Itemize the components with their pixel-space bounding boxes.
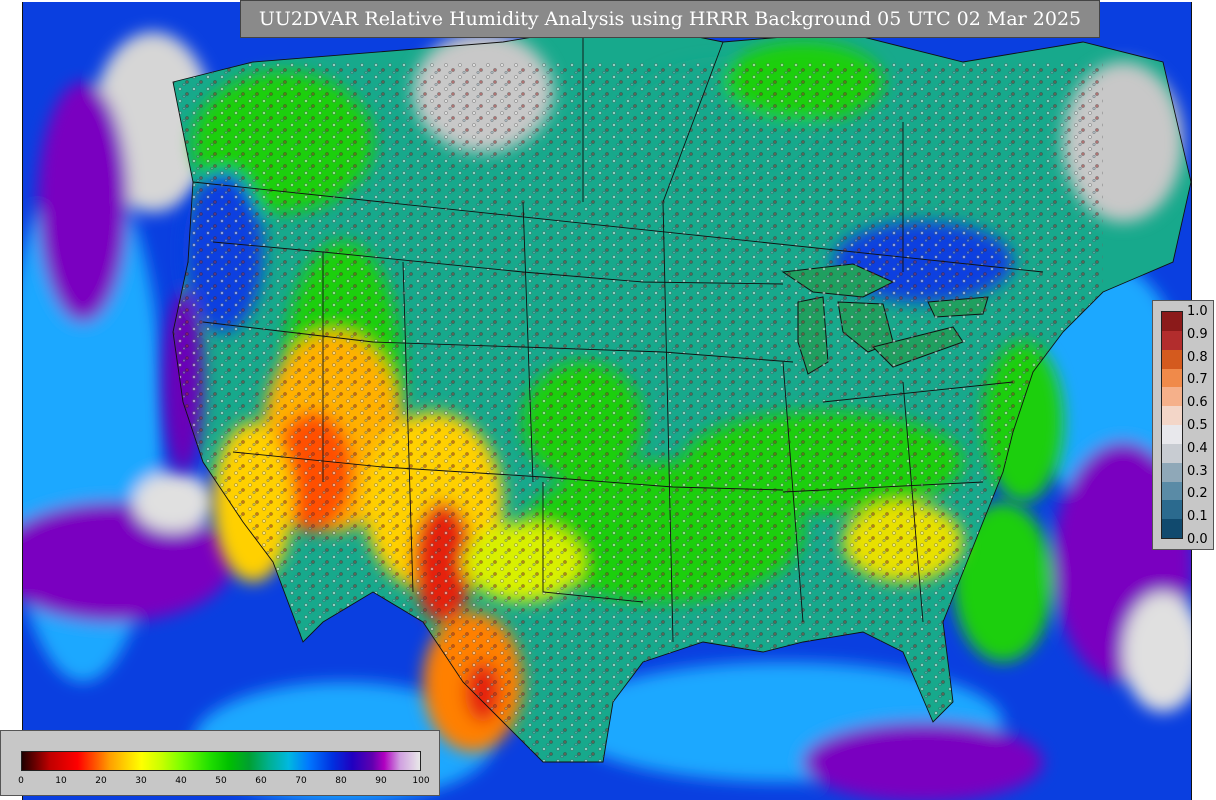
residual-colorbar: 1.0 0.9 0.8 0.7 0.6 0.5 0.4 0.3 0.2 0.1 0.0 <box>1152 300 1214 550</box>
residual-colorbar-tick: 0.9 <box>1187 326 1208 342</box>
rh-colorbar-tick: 50 <box>215 776 227 786</box>
rh-colorbar-tick: 10 <box>55 776 67 786</box>
rh-colorbar-tick: 40 <box>175 776 187 786</box>
rh-colorbar-tick: 0 <box>18 776 24 786</box>
residual-colorbar-segment <box>1162 368 1182 388</box>
residual-colorbar-segment <box>1162 443 1182 464</box>
residual-colorbar-tick: 0.6 <box>1187 395 1208 411</box>
rh-colorbar-tick: 60 <box>255 776 267 786</box>
residual-colorbar-tick: 0.0 <box>1187 532 1208 547</box>
residual-colorbar-segment <box>1162 462 1182 482</box>
rh-colorbar-tick: 30 <box>135 776 147 786</box>
residual-colorbar-tick: 0.7 <box>1187 372 1208 388</box>
rh-colorbar-tick: 80 <box>335 776 347 786</box>
residual-colorbar-segment <box>1162 312 1182 332</box>
map-canvas <box>23 2 1191 800</box>
residual-colorbar-segment <box>1162 349 1182 369</box>
rh-colorbar: 0 10 20 30 40 50 60 70 80 90 100 <box>0 730 440 796</box>
rh-colorbar-tick: 100 <box>412 776 430 786</box>
residual-colorbar-segment <box>1162 481 1182 501</box>
residual-colorbar-tick: 1.0 <box>1187 304 1208 319</box>
residual-colorbar-segment <box>1162 425 1182 445</box>
map-title: UU2DVAR Relative Humidity Analysis using… <box>240 0 1100 38</box>
residual-colorbar-tick: 0.3 <box>1187 463 1208 479</box>
residual-colorbar-tick: 0.8 <box>1187 349 1208 365</box>
rh-colorbar-tick: 90 <box>375 776 387 786</box>
residual-colorbar-segment <box>1162 519 1182 539</box>
rh-colorbar-tick: 70 <box>295 776 307 786</box>
residual-colorbar-tick: 0.2 <box>1187 486 1208 502</box>
residual-colorbar-tick: 0.1 <box>1187 509 1208 525</box>
residual-colorbar-scale <box>1161 311 1183 539</box>
residual-colorbar-segment <box>1162 330 1182 351</box>
rh-colorbar-scale <box>21 751 421 771</box>
residual-colorbar-segment <box>1162 387 1182 407</box>
residual-colorbar-segment <box>1162 500 1182 520</box>
residual-colorbar-segment <box>1162 406 1182 426</box>
residual-colorbar-tick: 0.4 <box>1187 440 1208 456</box>
rh-colorbar-tick: 20 <box>95 776 107 786</box>
residual-colorbar-tick: 0.5 <box>1187 418 1208 433</box>
rh-analysis-map <box>22 2 1192 800</box>
